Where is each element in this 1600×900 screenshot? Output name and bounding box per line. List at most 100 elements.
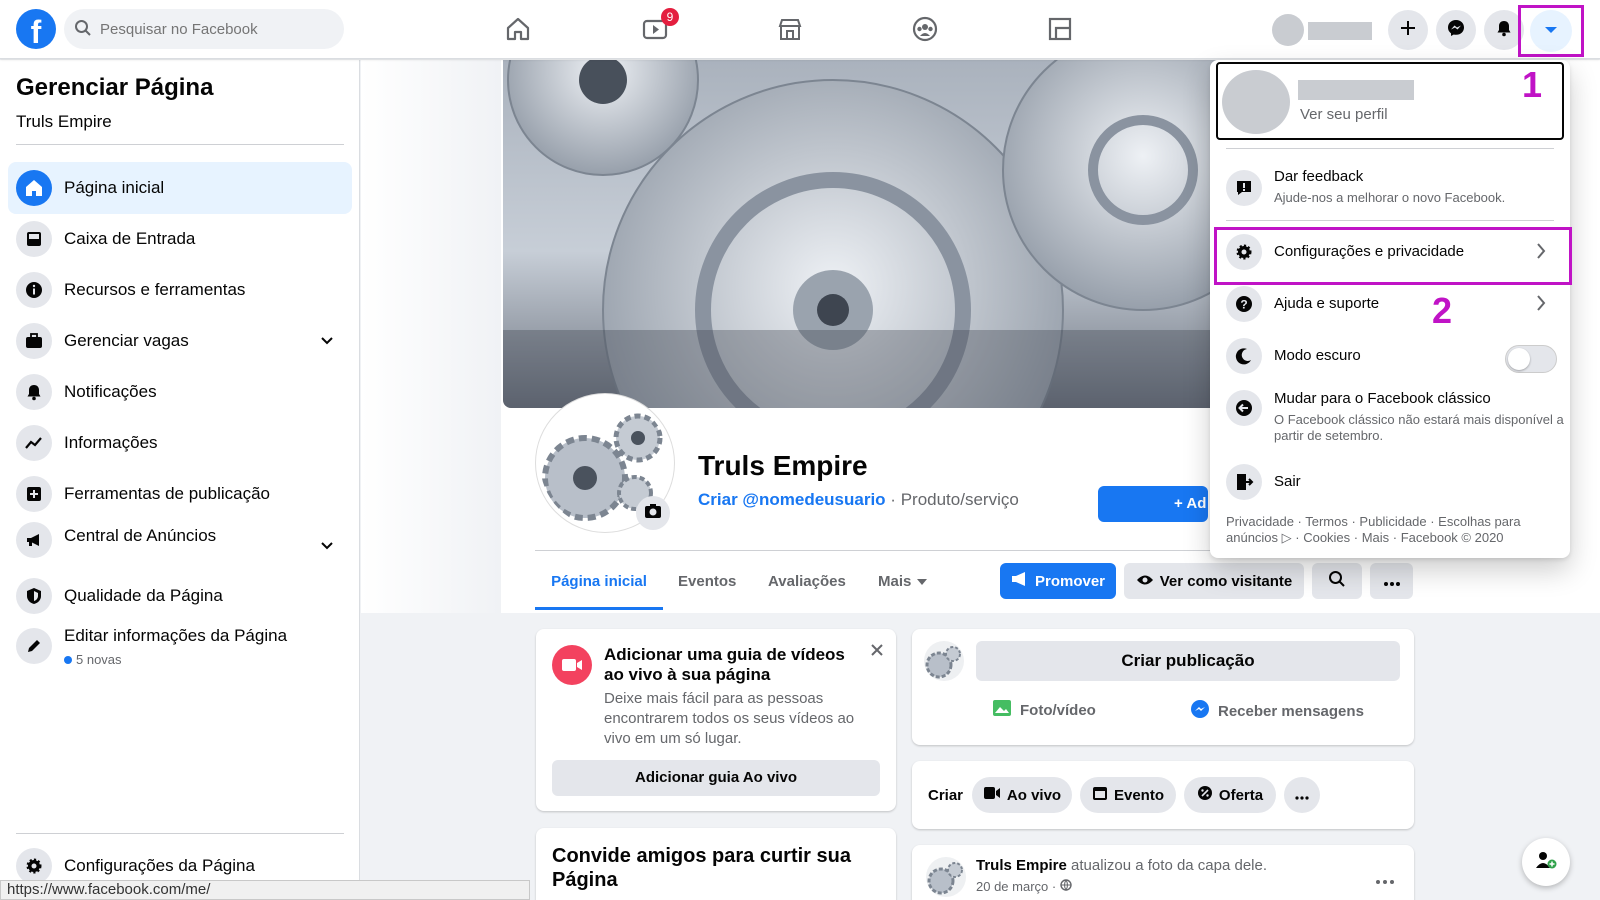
account-menu-caret[interactable] — [1530, 10, 1572, 52]
sidebar-item-ad-center[interactable]: Central de Anúncios — [8, 514, 352, 566]
search-page-button[interactable] — [1312, 563, 1362, 599]
gear-icon — [1226, 234, 1262, 270]
eye-icon — [1136, 573, 1154, 590]
view-profile-item[interactable]: Ver seu perfil — [1216, 62, 1564, 140]
more-create-options-button[interactable] — [1284, 777, 1320, 813]
invite-friends-card: Convide amigos para curtir sua Página — [536, 828, 896, 900]
feedback-title: Dar feedback — [1274, 168, 1364, 185]
switch-classic-item[interactable]: Mudar para o Facebook clássico O Faceboo… — [1218, 382, 1564, 452]
sidebar-item-publishing-tools[interactable]: Ferramentas de publicação — [8, 468, 352, 520]
sidebar-item-resources[interactable]: Recursos e ferramentas — [8, 264, 352, 316]
logout-label: Sair — [1274, 473, 1301, 490]
tab-reviews[interactable]: Avaliações — [768, 562, 846, 610]
tab-more[interactable]: Mais — [878, 562, 928, 610]
status-bar-url: https://www.facebook.com/me/ — [0, 880, 530, 900]
post-author[interactable]: Truls Empire — [976, 857, 1067, 874]
moon-icon — [1226, 338, 1262, 374]
search-box[interactable] — [64, 9, 344, 49]
live-video-icon — [552, 645, 592, 685]
facebook-logo[interactable]: f — [16, 9, 56, 49]
new-group-chat-button[interactable] — [1522, 838, 1570, 886]
logout-item[interactable]: Sair — [1218, 456, 1562, 508]
classic-description: O Facebook clássico não estará mais disp… — [1274, 412, 1564, 443]
new-items-text: 5 novas — [76, 652, 122, 667]
page-avatar[interactable] — [926, 857, 966, 897]
info-icon — [16, 272, 52, 308]
footer-links[interactable]: Privacidade · Termos · Publicidade · Esc… — [1226, 514, 1556, 546]
create-username-link[interactable]: Criar @nomedeusuario — [698, 490, 886, 509]
give-feedback-item[interactable]: Dar feedback Ajude-nos a melhorar o novo… — [1218, 156, 1562, 220]
view-as-visitor-button[interactable]: Ver como visitante — [1124, 563, 1304, 599]
gaming-icon[interactable] — [1045, 14, 1075, 44]
marketplace-icon[interactable] — [775, 14, 805, 44]
redacted-name — [1298, 80, 1414, 100]
live-button[interactable]: Ao vivo — [972, 777, 1072, 813]
groups-icon[interactable] — [910, 14, 940, 44]
photo-video-label: Foto/vídeo — [1020, 701, 1096, 719]
sidebar-item-label: Qualidade da Página — [64, 586, 223, 605]
create-button[interactable] — [1388, 10, 1428, 50]
sidebar-item-edit-page-info[interactable]: Editar informações da Página 5 novas — [8, 620, 352, 684]
tab-home[interactable]: Página inicial — [535, 562, 663, 610]
create-bar-card: Criar Ao vivo Evento Oferta — [912, 761, 1414, 829]
top-navigation-bar: f 9 — [0, 0, 1600, 59]
search-input[interactable] — [100, 9, 330, 49]
sidebar-item-page-quality[interactable]: Qualidade da Página — [8, 570, 352, 622]
close-icon[interactable] — [870, 643, 884, 662]
post-meta: 20 de março · — [976, 879, 1072, 894]
page-avatar — [924, 641, 964, 681]
avatar — [1222, 70, 1290, 134]
sidebar-item-home[interactable]: Página inicial — [8, 162, 352, 214]
promote-button[interactable]: Promover — [1000, 563, 1116, 599]
more-options-button[interactable] — [1370, 563, 1413, 599]
chevron-down-icon[interactable] — [320, 333, 334, 351]
add-live-tab-button[interactable]: Adicionar guia Ao vivo — [552, 760, 880, 796]
event-button[interactable]: Evento — [1080, 777, 1176, 813]
notification-badge: 9 — [661, 8, 679, 26]
caret-down-icon — [1544, 22, 1558, 40]
messenger-button[interactable] — [1436, 10, 1476, 50]
dark-mode-toggle[interactable] — [1505, 345, 1557, 373]
inbox-icon — [16, 221, 52, 257]
offer-button[interactable]: Oferta — [1184, 777, 1276, 813]
megaphone-icon — [1011, 571, 1029, 591]
tab-events[interactable]: Eventos — [678, 562, 736, 610]
promote-label: Promover — [1034, 572, 1106, 590]
add-button[interactable]: + Ad — [1098, 486, 1208, 522]
messenger-icon — [1446, 18, 1466, 43]
card-title: Adicionar uma guia de vídeos ao vivo à s… — [604, 645, 845, 684]
feedback-description: Ajude-nos a melhorar o novo Facebook. — [1274, 190, 1506, 205]
sidebar-item-notifications[interactable]: Notificações — [8, 366, 352, 418]
chevron-down-icon[interactable] — [320, 538, 334, 556]
post-date[interactable]: 20 de março · — [976, 879, 1060, 894]
change-photo-button[interactable] — [636, 496, 670, 530]
sidebar-item-inbox[interactable]: Caixa de Entrada — [8, 213, 352, 265]
get-messages-label: Receber mensagens — [1218, 702, 1364, 720]
account-menu-button[interactable] — [1518, 5, 1584, 57]
settings-privacy-item[interactable]: Configurações e privacidade — [1218, 226, 1562, 278]
get-messages-button[interactable]: Receber mensagens — [1190, 699, 1364, 723]
sidebar-item-jobs[interactable]: Gerenciar vagas — [8, 315, 352, 367]
people-icon — [1534, 850, 1558, 875]
separator: · — [885, 490, 901, 509]
header-fade — [361, 60, 501, 613]
sidebar-item-insights[interactable]: Informações — [8, 417, 352, 469]
view-as-label: Ver como visitante — [1159, 572, 1293, 590]
home-icon[interactable] — [503, 14, 533, 44]
sidebar-page-name[interactable]: Truls Empire — [16, 112, 112, 132]
profile-chip[interactable] — [1272, 14, 1372, 46]
view-profile-label: Ver seu perfil — [1300, 106, 1388, 123]
live-label: Ao vivo — [1006, 786, 1062, 804]
help-support-item[interactable]: ? Ajuda e suporte — [1218, 278, 1562, 330]
annotation-number-2: 2 — [1432, 290, 1453, 331]
create-post-button[interactable]: Criar publicação — [976, 641, 1400, 681]
photo-video-button[interactable]: Foto/vídeo — [992, 699, 1096, 721]
help-support-label: Ajuda e suporte — [1274, 295, 1380, 312]
create-label: Criar — [928, 787, 964, 804]
help-icon: ? — [1226, 286, 1262, 322]
sidebar-item-label: Caixa de Entrada — [64, 229, 196, 248]
post-options-icon[interactable] — [1376, 871, 1394, 889]
bell-icon — [16, 374, 52, 410]
sidebar-item-label: Recursos e ferramentas — [64, 280, 246, 299]
tab-more-label: Mais — [878, 573, 912, 590]
